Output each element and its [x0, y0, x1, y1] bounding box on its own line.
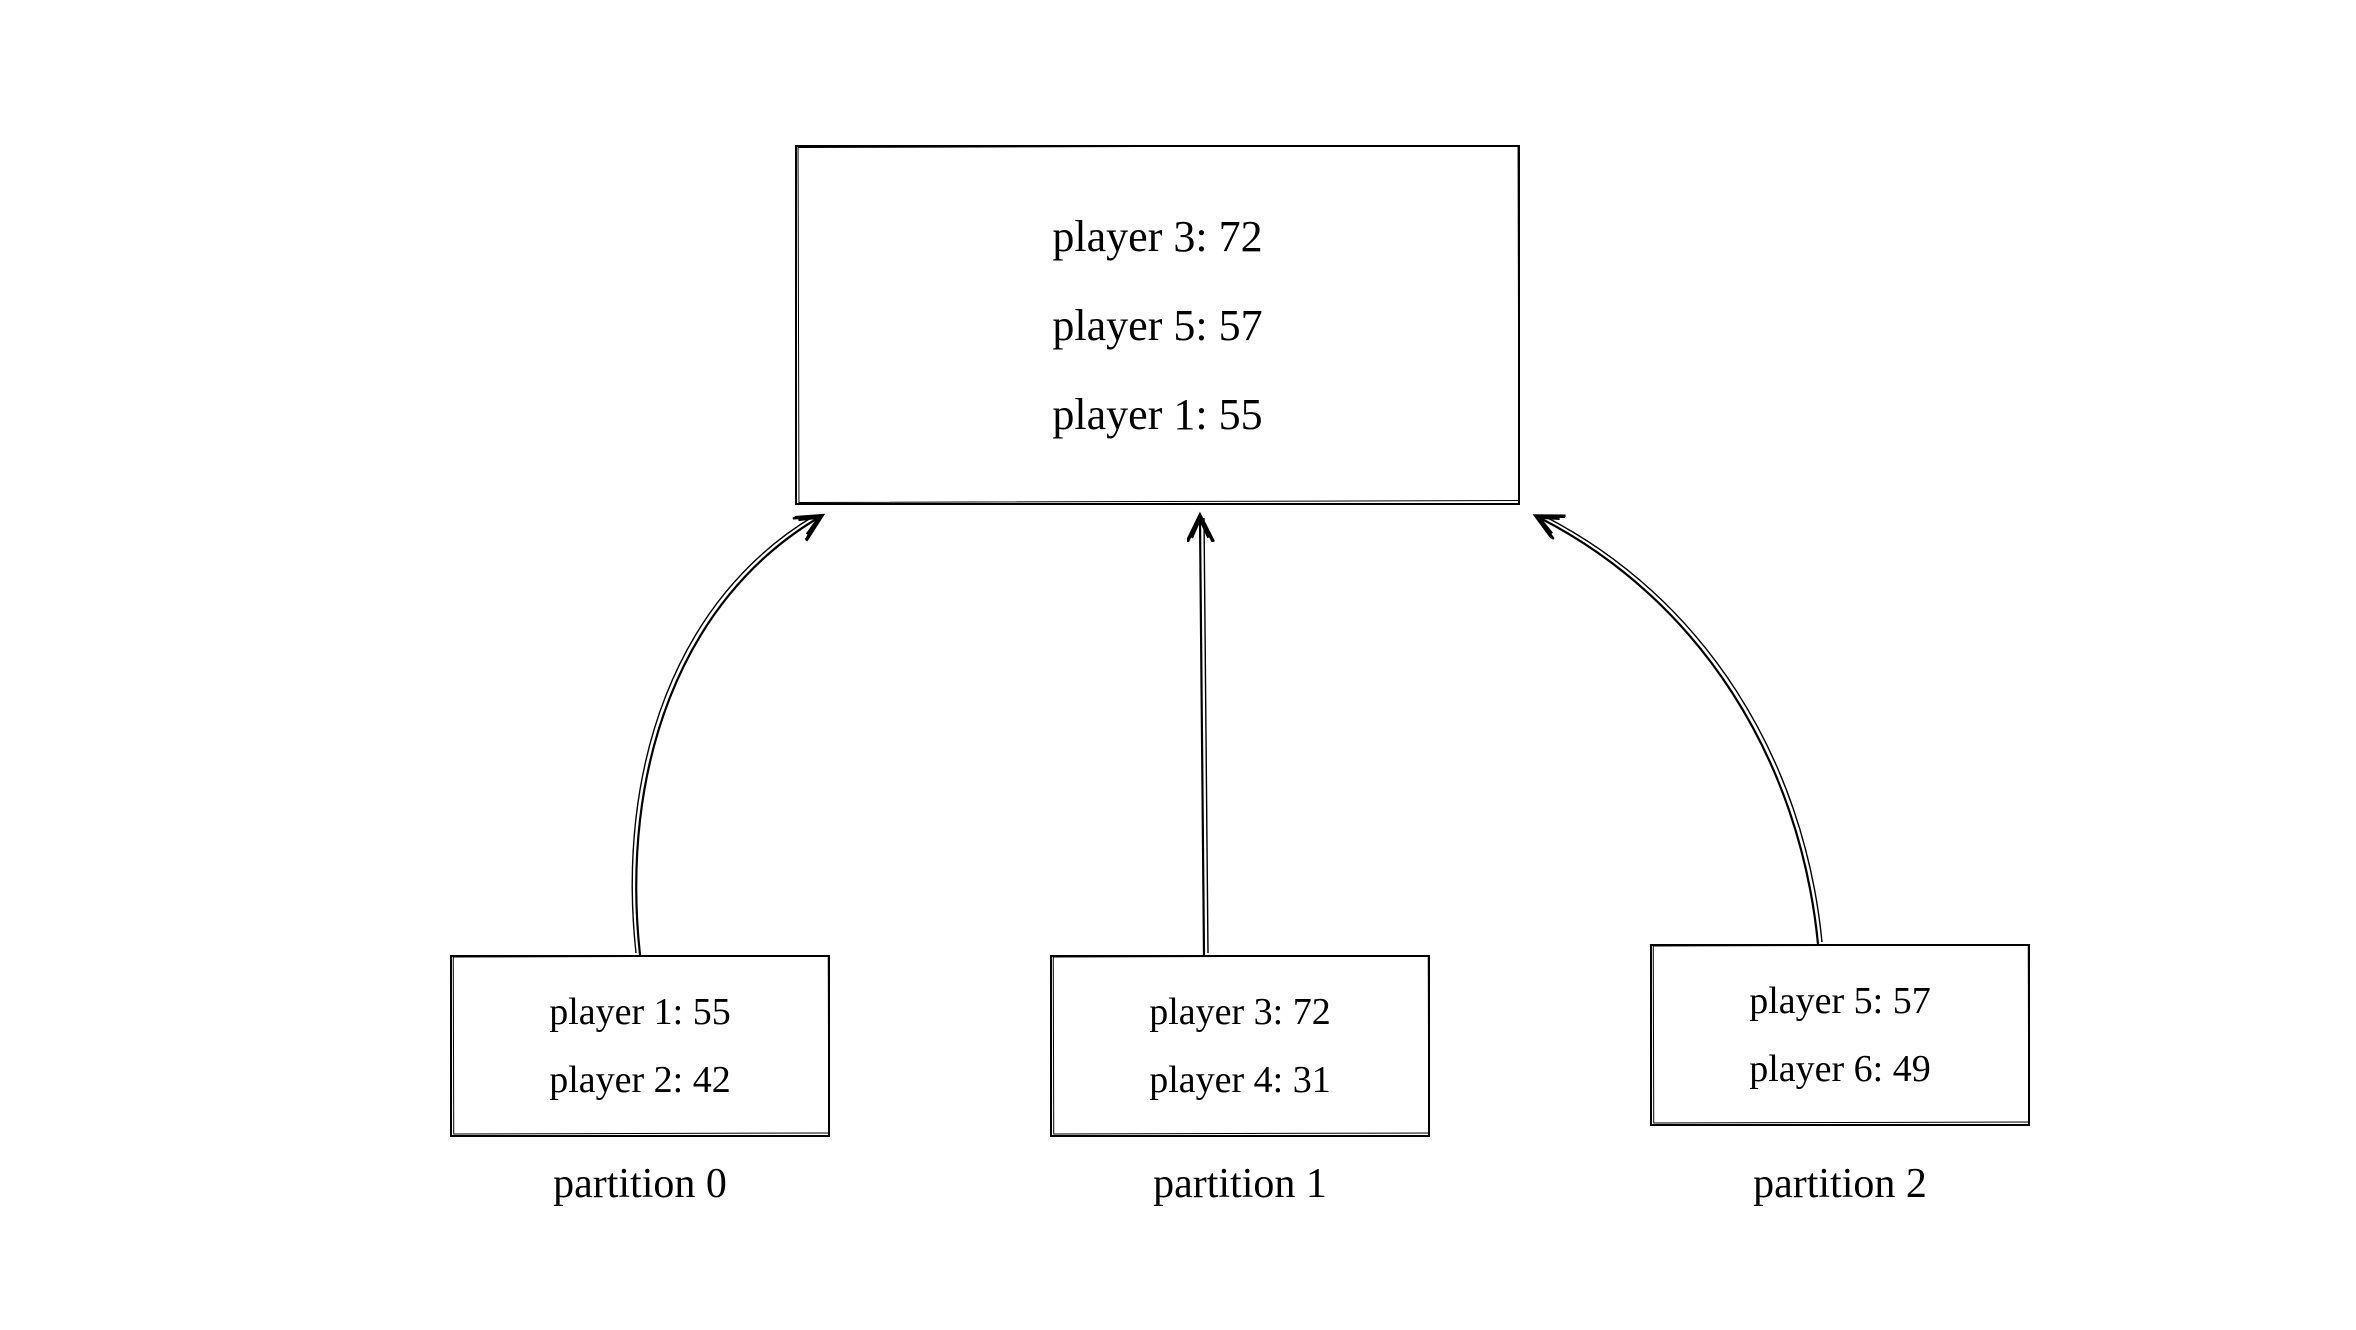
partition-row: player 1: 55: [549, 990, 731, 1034]
player-score: 72: [1219, 212, 1263, 261]
player-score: 57: [1893, 980, 1931, 1022]
player-label: player 3:: [1052, 212, 1207, 261]
player-score: 72: [1293, 991, 1331, 1033]
aggregated-row: player 5: 57: [1052, 300, 1262, 351]
player-label: player 1:: [549, 991, 683, 1033]
partition-row: player 3: 72: [1149, 990, 1331, 1034]
player-score: 49: [1893, 1048, 1931, 1090]
aggregated-row: player 3: 72: [1052, 211, 1262, 262]
partition-0-box: player 1: 55 player 2: 42: [450, 955, 830, 1137]
aggregated-box: player 3: 72 player 5: 57 player 1: 55: [795, 145, 1520, 505]
player-score: 42: [693, 1059, 731, 1101]
partition-row: player 6: 49: [1749, 1047, 1931, 1091]
player-label: player 5:: [1052, 301, 1207, 350]
player-score: 55: [1219, 390, 1263, 439]
player-label: player 2:: [549, 1059, 683, 1101]
partition-row: player 5: 57: [1749, 979, 1931, 1023]
partition-1-box: player 3: 72 player 4: 31: [1050, 955, 1430, 1137]
partition-row: player 4: 31: [1149, 1058, 1331, 1102]
player-score: 55: [693, 991, 731, 1033]
player-label: player 6:: [1749, 1048, 1883, 1090]
partition-1-caption: partition 1: [1050, 1160, 1430, 1208]
partition-0-caption: partition 0: [450, 1160, 830, 1208]
player-label: player 5:: [1749, 980, 1883, 1022]
partition-2-box: player 5: 57 player 6: 49: [1650, 944, 2030, 1126]
player-label: player 4:: [1149, 1059, 1283, 1101]
player-score: 31: [1293, 1059, 1331, 1101]
diagram-canvas: player 3: 72 player 5: 57 player 1: 55 p…: [0, 0, 2356, 1330]
partition-2-caption: partition 2: [1650, 1160, 2030, 1208]
player-label: player 3:: [1149, 991, 1283, 1033]
partition-row: player 2: 42: [549, 1058, 731, 1102]
aggregated-row: player 1: 55: [1052, 389, 1262, 440]
player-score: 57: [1219, 301, 1263, 350]
player-label: player 1:: [1052, 390, 1207, 439]
